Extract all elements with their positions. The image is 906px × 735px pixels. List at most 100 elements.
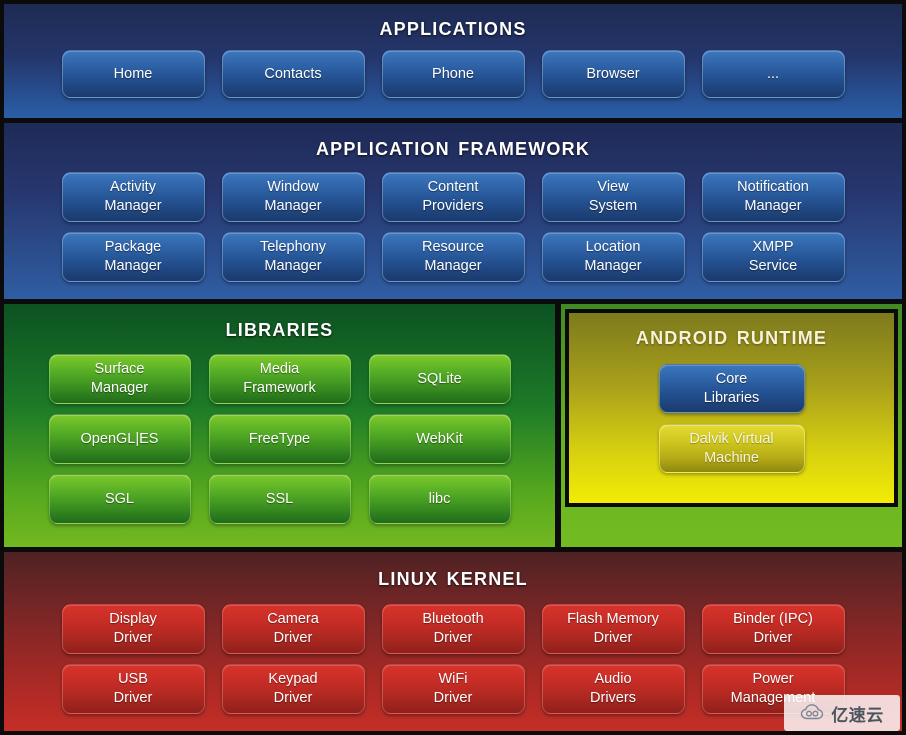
cloud-logo-icon xyxy=(801,704,824,720)
framework-box-package-manager-line2: Manager xyxy=(104,258,162,274)
kernel-box-usb-driver[interactable]: USB Driver xyxy=(61,664,205,714)
kernel-box-audio-drivers-line2: Drivers xyxy=(590,690,636,706)
library-box-opengl-es[interactable]: OpenGL|ES xyxy=(48,414,191,464)
layer-runtime-title: Android Runtime xyxy=(635,320,828,350)
runtime-box-core-libraries-line1: Core xyxy=(715,370,748,387)
library-box-media-framework-line1: Media xyxy=(259,361,300,378)
app-box-contacts[interactable]: Contacts xyxy=(221,50,365,98)
framework-row-1: Activity Manager Window Manager Content … xyxy=(4,172,902,222)
framework-box-xmpp-service[interactable]: XMPP Service xyxy=(701,232,845,282)
kernel-box-display-driver-line2: Driver xyxy=(113,630,153,646)
watermark: 亿速云 xyxy=(784,695,900,731)
library-box-media-framework[interactable]: Media Framework xyxy=(208,354,351,404)
framework-box-xmpp-service-line2: Service xyxy=(748,258,798,274)
app-box-phone[interactable]: Phone xyxy=(381,50,525,98)
framework-box-location-manager-line1: Location xyxy=(585,239,641,256)
layer-applications-title: Applications xyxy=(379,11,527,41)
framework-box-notification-manager-line1: Notification xyxy=(737,179,809,196)
library-box-ssl[interactable]: SSL xyxy=(208,474,351,524)
runtime-box-core-libraries[interactable]: Core Libraries xyxy=(658,364,805,413)
framework-box-notification-manager[interactable]: Notification Manager xyxy=(701,172,845,222)
library-box-sgl[interactable]: SGL xyxy=(48,474,191,524)
layer-android-runtime: Android Runtime Core Libraries Dalvik Vi… xyxy=(565,309,898,507)
library-box-sqlite[interactable]: SQLite xyxy=(368,354,511,404)
kernel-box-display-driver[interactable]: Display Driver xyxy=(61,604,205,654)
layer-kernel-title: Linux Kernel xyxy=(378,561,528,591)
app-box-browser[interactable]: Browser xyxy=(541,50,685,98)
layer-libraries-title: Libraries xyxy=(225,312,334,342)
framework-box-resource-manager[interactable]: Resource Manager xyxy=(381,232,525,282)
framework-row-2: Package Manager Telephony Manager Resour… xyxy=(4,232,902,282)
kernel-box-usb-driver-line1: USB xyxy=(118,671,148,688)
kernel-box-binder-ipc-driver-line2: Driver xyxy=(753,630,793,646)
framework-box-window-manager-line2: Manager xyxy=(264,198,322,214)
library-box-opengl-es-label: OpenGL|ES xyxy=(80,430,159,447)
framework-box-activity-manager-line2: Manager xyxy=(104,198,162,214)
library-box-freetype[interactable]: FreeType xyxy=(208,414,351,464)
kernel-row-1: Display Driver Camera Driver Bluetooth D… xyxy=(4,604,902,654)
app-box-contacts-label: Contacts xyxy=(264,65,322,82)
framework-box-telephony-manager-line2: Manager xyxy=(264,258,322,274)
kernel-box-audio-drivers[interactable]: Audio Drivers xyxy=(541,664,685,714)
kernel-box-wifi-driver-line1: WiFi xyxy=(438,671,468,688)
framework-box-location-manager-line2: Manager xyxy=(584,258,642,274)
framework-box-telephony-manager[interactable]: Telephony Manager xyxy=(221,232,365,282)
framework-box-telephony-manager-line1: Telephony xyxy=(259,239,327,256)
runtime-box-dalvik-vm[interactable]: Dalvik Virtual Machine xyxy=(658,424,805,473)
framework-box-package-manager-line1: Package xyxy=(104,239,162,256)
library-box-freetype-label: FreeType xyxy=(248,430,311,447)
library-box-surface-manager[interactable]: Surface Manager xyxy=(48,354,191,404)
kernel-box-bluetooth-driver-line2: Driver xyxy=(433,630,473,646)
layer-application-framework: Application Framework Activity Manager W… xyxy=(4,123,902,299)
framework-box-activity-manager-line1: Activity xyxy=(110,179,156,196)
libraries-row-1: Surface Manager Media Framework SQLite xyxy=(4,354,555,404)
framework-box-activity-manager[interactable]: Activity Manager xyxy=(61,172,205,222)
app-box-more-label: ... xyxy=(766,65,780,82)
framework-box-view-system[interactable]: View System xyxy=(541,172,685,222)
runtime-row-2: Dalvik Virtual Machine xyxy=(569,424,894,473)
layer-applications: Applications Home Contacts Phone Browser… xyxy=(4,4,902,118)
android-architecture-diagram: Applications Home Contacts Phone Browser… xyxy=(0,0,906,735)
framework-box-resource-manager-line1: Resource xyxy=(421,239,485,256)
libraries-row-2: OpenGL|ES FreeType WebKit xyxy=(4,414,555,464)
framework-box-resource-manager-line2: Manager xyxy=(424,258,482,274)
kernel-box-bluetooth-driver[interactable]: Bluetooth Driver xyxy=(381,604,525,654)
app-box-home[interactable]: Home xyxy=(61,50,205,98)
library-box-surface-manager-line1: Surface xyxy=(94,361,145,378)
kernel-box-audio-drivers-line1: Audio xyxy=(594,671,632,688)
kernel-box-binder-ipc-driver[interactable]: Binder (IPC) Driver xyxy=(701,604,845,654)
kernel-box-camera-driver-line2: Driver xyxy=(273,630,313,646)
framework-box-window-manager[interactable]: Window Manager xyxy=(221,172,365,222)
kernel-box-binder-ipc-driver-line1: Binder (IPC) xyxy=(733,611,813,628)
runtime-box-core-libraries-line2: Libraries xyxy=(703,389,760,406)
library-box-libc[interactable]: libc xyxy=(368,474,511,524)
runtime-row-1: Core Libraries xyxy=(569,364,894,413)
library-box-media-framework-line2: Framework xyxy=(243,380,316,396)
kernel-box-keypad-driver[interactable]: Keypad Driver xyxy=(221,664,365,714)
app-box-phone-label: Phone xyxy=(432,65,474,82)
library-box-sgl-label: SGL xyxy=(104,490,134,507)
kernel-box-camera-driver[interactable]: Camera Driver xyxy=(221,604,365,654)
runtime-box-dalvik-vm-line2: Machine xyxy=(704,449,759,466)
framework-box-xmpp-service-line1: XMPP xyxy=(752,239,794,256)
libraries-row-3: SGL SSL libc xyxy=(4,474,555,524)
kernel-row-2: USB Driver Keypad Driver WiFi Driver Aud… xyxy=(4,664,902,714)
middle-band: Libraries Surface Manager Media Framewor… xyxy=(4,304,902,547)
library-box-webkit[interactable]: WebKit xyxy=(368,414,511,464)
framework-box-notification-manager-line2: Manager xyxy=(744,198,802,214)
runtime-column: Android Runtime Core Libraries Dalvik Vi… xyxy=(561,304,902,547)
app-box-more[interactable]: ... xyxy=(701,50,845,98)
framework-box-window-manager-line1: Window xyxy=(267,179,319,196)
kernel-box-usb-driver-line2: Driver xyxy=(113,690,153,706)
kernel-box-camera-driver-line1: Camera xyxy=(267,611,319,628)
kernel-box-wifi-driver[interactable]: WiFi Driver xyxy=(381,664,525,714)
layer-framework-title: Application Framework xyxy=(315,131,591,161)
runtime-box-dalvik-vm-line1: Dalvik Virtual xyxy=(689,430,774,447)
kernel-box-flash-memory-driver[interactable]: Flash Memory Driver xyxy=(541,604,685,654)
framework-box-view-system-line1: View xyxy=(597,179,629,196)
framework-box-package-manager[interactable]: Package Manager xyxy=(61,232,205,282)
framework-box-content-providers-line2: Providers xyxy=(422,198,484,214)
layer-linux-kernel: Linux Kernel Display Driver Camera Drive… xyxy=(4,552,902,731)
framework-box-content-providers[interactable]: Content Providers xyxy=(381,172,525,222)
framework-box-location-manager[interactable]: Location Manager xyxy=(541,232,685,282)
